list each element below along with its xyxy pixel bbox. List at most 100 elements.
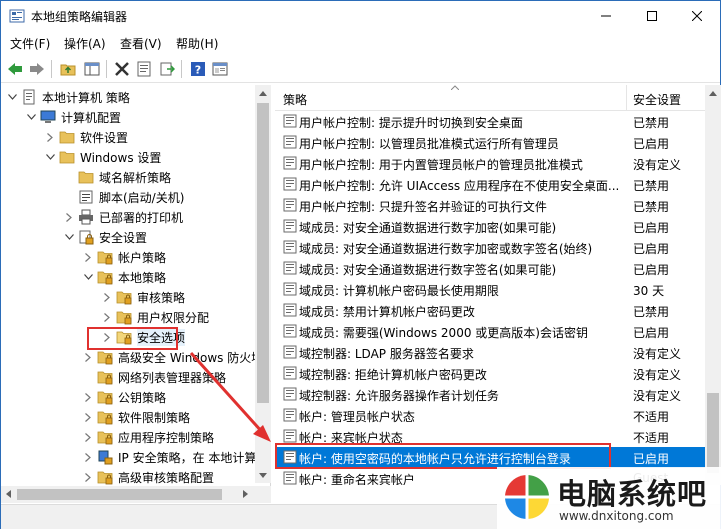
column-header-policy[interactable]: 策略 — [283, 91, 307, 108]
chevron-down-icon[interactable] — [82, 271, 94, 283]
chevron-right-icon[interactable] — [82, 251, 94, 263]
tree-item-label: 公钥策略 — [118, 390, 167, 405]
tree-horizontal-scrollbar[interactable] — [1, 486, 271, 503]
tree-item[interactable]: 网络列表管理器策略 — [82, 367, 226, 387]
policy-value: 已启用 — [633, 242, 670, 256]
chevron-right-icon[interactable] — [44, 131, 56, 143]
policy-setting-icon — [283, 345, 297, 359]
help-button[interactable]: ? — [188, 59, 208, 79]
tree-item[interactable]: 高级安全 Windows 防火墙 — [82, 347, 263, 367]
policy-list-pane[interactable]: 策略 安全设置 用户帐户控制: 提示提升时切换到安全桌面 已禁用 用户帐户控制: 以… — [275, 85, 705, 485]
chevron-right-icon[interactable] — [101, 291, 113, 303]
chevron-right-icon[interactable] — [101, 311, 113, 323]
tree-hscroll-thumb[interactable] — [17, 489, 222, 500]
tree-item[interactable]: Windows 设置 — [44, 147, 161, 167]
title-bar[interactable]: 本地组策略编辑器 — [1, 1, 720, 31]
column-header-setting[interactable]: 安全设置 — [633, 91, 681, 108]
back-arrow-icon — [8, 63, 22, 75]
tree-item[interactable]: 软件限制策略 — [82, 407, 190, 427]
tree-item[interactable]: 审核策略 — [101, 287, 185, 307]
policy-row[interactable]: 域控制器: 拒绝计算机帐户密码更改 没有定义 — [275, 363, 705, 384]
chevron-down-icon[interactable] — [44, 151, 56, 163]
policy-setting-icon — [283, 198, 297, 212]
folder-lock-icon — [116, 289, 132, 305]
chevron-right-icon[interactable] — [82, 411, 94, 423]
tree-item[interactable]: 域名解析策略 — [63, 167, 171, 187]
policy-value: 不适用 — [633, 410, 670, 424]
tree-item[interactable]: 帐户策略 — [82, 247, 166, 267]
policy-row[interactable]: 域成员: 禁用计算机帐户密码更改 已禁用 — [275, 300, 705, 321]
properties-button[interactable] — [134, 59, 154, 79]
minimize-button[interactable] — [583, 1, 629, 31]
tree-pane[interactable]: 本地计算机 策略 计算机配置软件设置 Windows 设置域名解析策略 脚本(启动/关… — [1, 85, 271, 503]
policy-row[interactable]: 域成员: 对安全通道数据进行数字签名(如果可能) 已启用 — [275, 258, 705, 279]
policy-name: 用户帐户控制: 用于内置管理员帐户的管理员批准模式 — [299, 158, 583, 172]
policy-setting-icon — [283, 366, 297, 380]
tree-item[interactable]: 应用程序控制策略 — [82, 427, 214, 447]
tree-item[interactable]: 本地策略 — [82, 267, 166, 287]
computer-policy-icon — [21, 89, 37, 105]
policy-row[interactable]: 用户帐户控制: 允许 UIAccess 应用程序在不使用安全桌面... 已禁用 — [275, 174, 705, 195]
policy-name: 用户帐户控制: 以管理员批准模式运行所有管理员 — [299, 137, 559, 151]
policy-row[interactable]: 域控制器: LDAP 服务器签名要求 没有定义 — [275, 342, 705, 363]
policy-row[interactable]: 用户帐户控制: 以管理员批准模式运行所有管理员 已启用 — [275, 132, 705, 153]
tree-item[interactable]: 用户权限分配 — [101, 307, 209, 327]
policy-value: 30 天 — [633, 284, 665, 298]
delete-button[interactable] — [112, 59, 132, 79]
policy-row[interactable]: 用户帐户控制: 用于内置管理员帐户的管理员批准模式 没有定义 — [275, 153, 705, 174]
chevron-down-icon[interactable] — [6, 91, 18, 103]
chevron-down-icon[interactable] — [63, 231, 75, 243]
policy-value: 已禁用 — [633, 305, 670, 319]
chevron-down-icon[interactable] — [25, 111, 37, 123]
export-list-button[interactable] — [157, 59, 177, 79]
menu-action[interactable]: 操作(A) — [64, 35, 106, 52]
chevron-right-icon[interactable] — [82, 451, 94, 463]
policy-row[interactable]: 用户帐户控制: 只提升签名并验证的可执行文件 已禁用 — [275, 195, 705, 216]
policy-name: 域控制器: LDAP 服务器签名要求 — [299, 347, 474, 361]
folder-lock-icon — [97, 429, 113, 445]
folder-lock-icon — [97, 389, 113, 405]
policy-row[interactable]: 域成员: 对安全通道数据进行数字加密(如果可能) 已启用 — [275, 216, 705, 237]
security-icon — [78, 229, 94, 245]
tree-item[interactable]: 高级审核策略配置 — [82, 467, 214, 487]
tree-item[interactable]: 本地计算机 策略 — [6, 87, 130, 107]
list-scroll-thumb[interactable] — [707, 393, 719, 473]
tree-item[interactable]: 安全设置 — [63, 227, 147, 247]
chevron-right-icon[interactable] — [82, 471, 94, 483]
chevron-right-icon[interactable] — [82, 391, 94, 403]
chevron-right-icon[interactable] — [82, 351, 94, 363]
maximize-button[interactable] — [629, 1, 675, 31]
tree-item[interactable]: 软件设置 — [44, 127, 128, 147]
policy-row[interactable]: 域控制器: 允许服务器操作者计划任务 没有定义 — [275, 384, 705, 405]
menu-view[interactable]: 查看(V) — [120, 35, 162, 52]
policy-setting-icon — [283, 240, 297, 254]
menu-help[interactable]: 帮助(H) — [176, 35, 218, 52]
tree-item[interactable]: 已部署的打印机 — [63, 207, 183, 227]
chevron-right-icon[interactable] — [82, 431, 94, 443]
extended-view-button[interactable] — [210, 59, 230, 79]
forward-button[interactable] — [27, 59, 47, 79]
tree-item[interactable]: 计算机配置 — [25, 107, 121, 127]
up-one-level-button[interactable] — [58, 59, 78, 79]
tree-item[interactable]: 公钥策略 — [82, 387, 166, 407]
tree-item[interactable]: IP 安全策略，在 本地计算机 — [82, 447, 268, 467]
list-vertical-scrollbar[interactable] — [705, 85, 721, 485]
close-button[interactable] — [674, 1, 720, 31]
chevron-right-icon[interactable] — [63, 211, 75, 223]
column-divider[interactable] — [626, 85, 627, 111]
tree-item-label: Windows 设置 — [80, 150, 162, 165]
back-button[interactable] — [5, 59, 25, 79]
tree-vertical-scrollbar[interactable] — [255, 85, 271, 483]
menu-file[interactable]: 文件(F) — [10, 35, 50, 52]
policy-row[interactable]: 域成员: 计算机帐户密码最长使用期限 30 天 — [275, 279, 705, 300]
policy-row[interactable]: 用户帐户控制: 提示提升时切换到安全桌面 已禁用 — [275, 111, 705, 132]
policy-value: 已启用 — [633, 263, 670, 277]
toolbar-separator — [106, 60, 107, 78]
tree-item-label: 软件设置 — [80, 130, 129, 145]
policy-row[interactable]: 域成员: 对安全通道数据进行数字加密或数字签名(始终) 已启用 — [275, 237, 705, 258]
policy-row[interactable]: 帐户: 管理员帐户状态 不适用 — [275, 405, 705, 426]
tree-scroll-thumb[interactable] — [257, 103, 269, 403]
tree-item[interactable]: 脚本(启动/关机) — [63, 187, 184, 207]
policy-row[interactable]: 域成员: 需要强(Windows 2000 或更高版本)会话密钥 已启用 — [275, 321, 705, 342]
show-hide-tree-button[interactable] — [82, 59, 102, 79]
